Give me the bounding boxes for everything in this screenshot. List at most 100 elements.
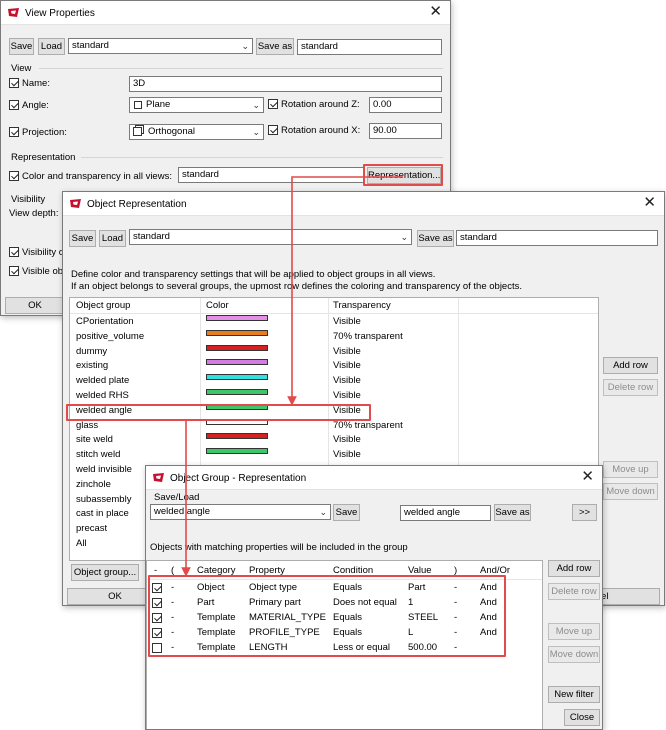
section-representation-label: Representation [11,152,76,163]
close-icon[interactable]: ✕ [429,4,442,20]
row-group: cast in place [76,508,129,520]
row-group: welded plate [76,375,130,387]
description-line-2: If an object belongs to several groups, … [71,281,522,292]
save-as-button[interactable]: Save as [256,38,294,55]
move-up-button[interactable]: Move up [548,623,600,640]
delete-row-button[interactable]: Delete row [603,379,658,396]
table-row[interactable]: stitch weld Visible [70,448,598,463]
row-group: welded RHS [76,390,129,401]
header-color: Color [206,300,229,311]
add-row-button[interactable]: Add row [548,560,600,577]
name-label: Name: [22,78,50,89]
move-down-button[interactable]: Move down [548,646,600,663]
dialog-title: View Properties [25,8,95,19]
header-transparency: Transparency [333,300,391,311]
projection-label: Projection: [22,127,67,138]
rotation-x-label: Rotation around X: [281,125,361,136]
table-header: Object group Color Transparency [70,298,598,314]
table-row[interactable]: dummy Visible [70,344,598,360]
projection-select[interactable]: Orthogonal ⌄ [129,124,264,140]
color-swatch [206,389,268,395]
row-transparency: Visible [333,316,361,327]
close-icon[interactable]: ✕ [643,195,656,211]
row-group: CPorientation [76,316,134,327]
row-group: All [76,538,87,549]
preset-select[interactable]: standard ⌄ [129,229,412,245]
close-button[interactable]: Close [564,709,600,726]
tekla-logo-icon [8,8,19,17]
new-filter-button[interactable]: New filter [548,686,600,703]
dialog-title: Object Group - Representation [170,473,307,484]
color-swatch [206,315,268,321]
tekla-logo-icon [153,473,164,482]
row-group: precast [76,523,108,535]
row-transparency: Visible [333,360,361,372]
row-group: zinchole [76,478,111,490]
title-bar: Object Group - Representation ✕ [146,466,602,490]
save-load-label: Save/Load [154,492,200,503]
color-swatch [206,344,268,351]
rotation-z-label: Rotation around Z: [281,99,360,110]
load-button[interactable]: Load [99,230,126,247]
save-as-button[interactable]: Save as [417,230,454,247]
color-transparency-label: Color and transparency in all views: [22,171,172,182]
rotation-z-checkbox[interactable] [268,99,278,109]
table-row[interactable]: CPorientation Visible [70,315,598,330]
save-as-input[interactable]: standard [456,230,658,246]
table-row[interactable]: welded RHS Visible [70,389,598,404]
view-depth-label: View depth: [9,208,59,219]
table-row[interactable]: site weld Visible [70,433,598,448]
color-swatch [206,374,268,381]
angle-select[interactable]: Plane ⌄ [129,97,264,113]
row-transparency: Visible [333,434,361,446]
ok-button[interactable]: OK [5,297,65,314]
rotation-z-input[interactable]: 0.00 [369,97,442,113]
chevron-down-icon: ⌄ [252,127,260,137]
object-group-button[interactable]: Object group... [71,564,139,581]
table-row[interactable]: positive_volume 70% transparent [70,329,598,345]
add-row-button[interactable]: Add row [603,357,658,374]
section-view-label: View [11,63,32,74]
table-row[interactable]: welded plate Visible [70,374,598,389]
color-swatch [206,448,268,455]
title-bar: View Properties ✕ [1,1,450,25]
name-input[interactable]: 3D [129,76,442,92]
row-group: stitch weld [76,449,121,461]
save-button[interactable]: Save [69,230,96,247]
color-swatch [206,433,268,440]
divider [81,157,443,158]
rotation-x-checkbox[interactable] [268,125,278,135]
angle-checkbox[interactable] [9,100,19,110]
name-checkbox[interactable] [9,78,19,88]
save-button[interactable]: Save [9,38,34,55]
move-up-button[interactable]: Move up [603,461,658,478]
visible-objects-checkbox[interactable] [9,266,19,276]
projection-checkbox[interactable] [9,127,19,137]
description-line-1: Define color and transparency settings t… [71,269,436,280]
move-down-button[interactable]: Move down [603,483,658,500]
row-transparency: Visible [333,345,361,357]
row-group: dummy [76,345,108,357]
save-button[interactable]: Save [333,504,360,521]
chevron-down-icon: ⌄ [400,232,408,242]
header-object-group: Object group [76,300,131,311]
divider [39,68,443,69]
chevron-down-icon: ⌄ [241,41,249,51]
delete-row-button[interactable]: Delete row [548,583,600,600]
save-as-button[interactable]: Save as [494,504,531,521]
chevron-down-icon: ⌄ [319,507,327,517]
color-transparency-select[interactable]: standard [178,167,365,183]
more-button[interactable]: >> [572,504,597,521]
visibility-checkbox[interactable] [9,247,19,257]
load-button[interactable]: Load [38,38,65,55]
preset-select[interactable]: welded angle ⌄ [150,504,331,520]
title-bar: Object Representation ✕ [63,192,664,216]
color-transparency-checkbox[interactable] [9,171,19,181]
table-row[interactable]: existing Visible [70,359,598,374]
visibility-label: Visibility o [22,247,65,258]
save-as-input[interactable]: standard [297,39,442,55]
save-as-input[interactable]: welded angle [400,505,491,521]
preset-select[interactable]: standard ⌄ [68,38,253,54]
close-icon[interactable]: ✕ [581,469,594,485]
rotation-x-input[interactable]: 90.00 [369,123,442,139]
